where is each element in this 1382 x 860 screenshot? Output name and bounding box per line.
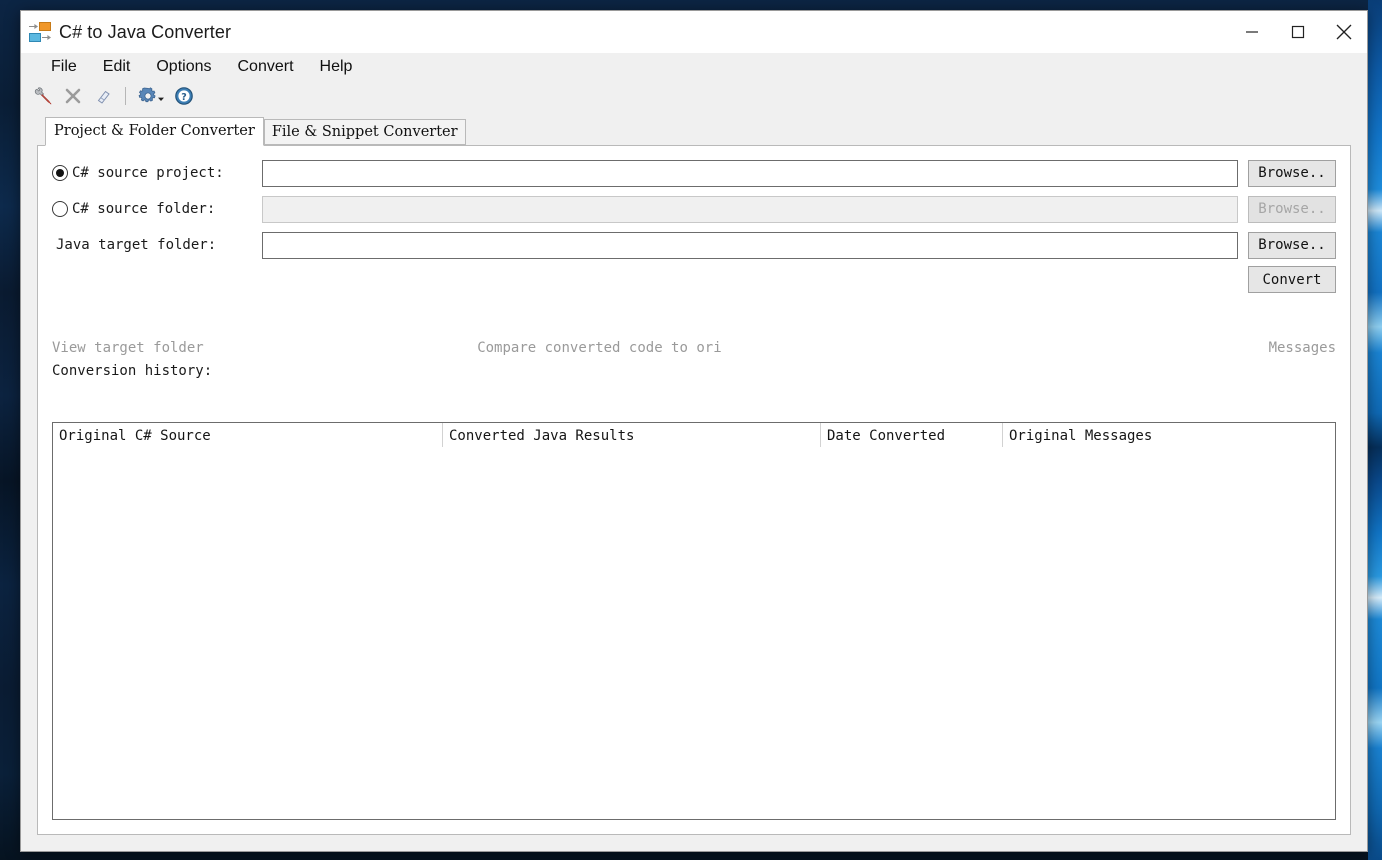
app-icon-arrow-right — [42, 35, 51, 40]
help-tool-button[interactable]: ? — [172, 84, 196, 108]
svg-text:?: ? — [181, 92, 187, 103]
convert-button[interactable]: Convert — [1248, 266, 1336, 293]
eraser-icon — [97, 90, 110, 104]
column-header-original-source[interactable]: Original C# Source — [53, 423, 443, 447]
target-folder-label: Java target folder: — [56, 237, 217, 253]
convert-button-row: Convert — [52, 266, 1336, 293]
convert-tool-button[interactable] — [31, 84, 55, 108]
title-bar: C# to Java Converter — [21, 11, 1367, 53]
app-icon-arrow-left — [29, 24, 38, 29]
window-controls — [1229, 11, 1367, 53]
minimize-button[interactable] — [1229, 11, 1275, 53]
app-icon-blue-square — [29, 33, 41, 42]
close-button[interactable] — [1321, 11, 1367, 53]
target-folder-label-cell: Java target folder: — [52, 237, 262, 253]
conversion-history-grid[interactable]: Original C# Source Converted Java Result… — [52, 422, 1336, 820]
source-folder-row: C# source folder: Browse.. — [52, 194, 1336, 224]
maximize-button[interactable] — [1275, 11, 1321, 53]
cancel-x-icon — [65, 88, 81, 104]
compare-converted-code-link[interactable]: Compare converted code to ori — [477, 340, 721, 356]
browse-source-project-button[interactable]: Browse.. — [1248, 159, 1336, 187]
help-question-icon: ? — [175, 87, 193, 105]
source-folder-label: C# source folder: — [72, 201, 216, 217]
cancel-tool-button[interactable] — [61, 84, 85, 108]
menu-item-file[interactable]: File — [41, 55, 87, 79]
maximize-icon — [1291, 25, 1305, 39]
window-title: C# to Java Converter — [59, 21, 232, 42]
messages-link[interactable]: Messages — [1269, 340, 1336, 356]
grid-body[interactable] — [53, 447, 1335, 819]
toolbar-separator — [125, 87, 126, 105]
tab-strip: Project & Folder Converter File & Snippe… — [37, 116, 1351, 146]
menu-item-help[interactable]: Help — [310, 55, 363, 79]
minimize-icon — [1246, 31, 1258, 33]
toolbar: ? — [21, 81, 1367, 111]
radio-source-project-dot — [56, 169, 64, 177]
source-project-row: C# source project: Browse.. — [52, 158, 1336, 188]
column-header-original-messages[interactable]: Original Messages — [1003, 423, 1335, 447]
browse-target-folder-button[interactable]: Browse.. — [1248, 231, 1336, 259]
tab-panel-project-folder-converter: C# source project: Browse.. C# source fo… — [37, 145, 1351, 835]
menu-item-convert[interactable]: Convert — [228, 55, 304, 79]
wrench-screwdriver-icon — [34, 87, 52, 105]
clear-tool-button[interactable] — [91, 84, 115, 108]
links-row: View target folder Compare converted cod… — [52, 337, 1336, 359]
tab-file-snippet-converter[interactable]: File & Snippet Converter — [263, 118, 466, 145]
tab-project-folder-converter[interactable]: Project & Folder Converter — [45, 116, 264, 146]
menu-bar: File Edit Options Convert Help — [21, 53, 1367, 81]
gear-dropdown-icon — [138, 87, 156, 103]
client-area: Project & Folder Converter File & Snippe… — [21, 111, 1367, 851]
source-folder-input — [262, 195, 1238, 223]
target-folder-row: Java target folder: Browse.. — [52, 230, 1336, 260]
radio-source-project[interactable] — [52, 165, 68, 181]
radio-source-folder[interactable] — [52, 201, 68, 217]
close-icon — [1336, 24, 1352, 40]
browse-source-folder-button: Browse.. — [1248, 195, 1336, 223]
desktop-wallpaper-right — [1368, 0, 1382, 860]
column-header-converted-results[interactable]: Converted Java Results — [443, 423, 821, 447]
source-project-label: C# source project: — [72, 165, 224, 181]
source-project-label-cell: C# source project: — [52, 165, 262, 181]
chevron-down-icon — [158, 97, 164, 101]
grid-header-row: Original C# Source Converted Java Result… — [53, 423, 1335, 447]
column-header-date-converted[interactable]: Date Converted — [821, 423, 1003, 447]
view-target-folder-link[interactable]: View target folder — [52, 340, 204, 356]
application-window: C# to Java Converter File Edit Options C… — [20, 10, 1368, 852]
conversion-history-label: Conversion history: — [52, 363, 213, 379]
menu-item-edit[interactable]: Edit — [93, 55, 141, 79]
app-icon-orange-square — [39, 22, 51, 31]
source-project-input[interactable] — [262, 159, 1238, 187]
target-folder-input[interactable] — [262, 231, 1238, 259]
source-folder-label-cell: C# source folder: — [52, 201, 262, 217]
app-convert-icon — [29, 22, 51, 42]
settings-tool-button[interactable] — [136, 84, 164, 108]
menu-item-options[interactable]: Options — [146, 55, 221, 79]
